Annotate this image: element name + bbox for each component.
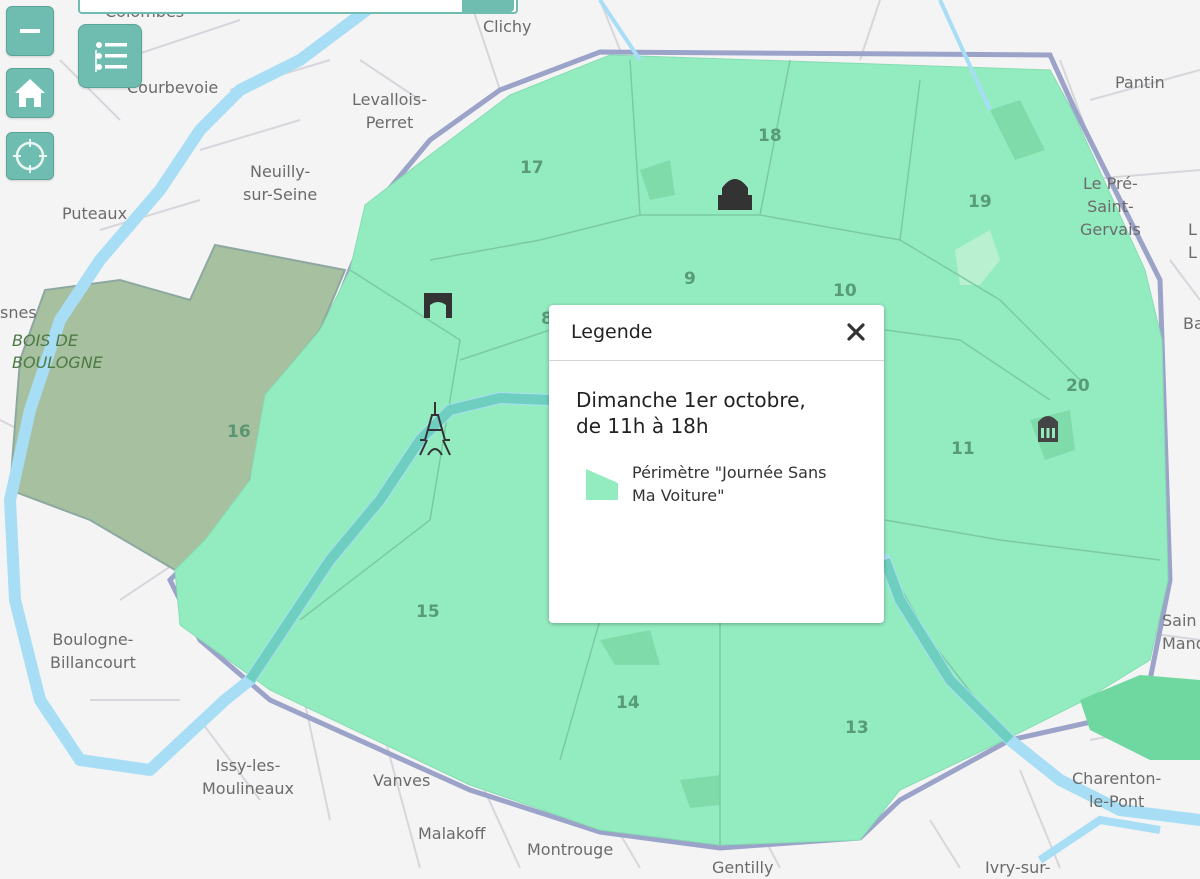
place-l: L L [1188,220,1197,262]
place-saint-mande: Sain Mand [1162,611,1200,653]
arrondissement-11: 11 [951,439,975,459]
place-vanves: Vanves [373,771,431,790]
place-snes: snes [0,303,37,322]
place-le-pre-saint-gervais: Le Pré- Saint- Gervais [1080,174,1141,239]
arrondissement-20: 20 [1066,376,1090,396]
zoom-out-button[interactable] [6,6,54,56]
place-bois-de-boulogne: BOIS DE BOULOGNE [12,331,103,372]
legend-swatch [586,469,618,500]
place-issy: Issy-les- Moulineaux [202,756,295,798]
legend-popup: Legende Dimanche 1er octobre, de 11h à 1… [549,305,884,623]
search-button[interactable] [462,0,514,12]
layer-list-button[interactable] [78,24,142,88]
arrondissement-13: 13 [845,718,869,738]
place-levallois: Levallois- Perret [352,90,427,132]
event-date: Dimanche 1er octobre, de 11h à 18h [576,387,806,439]
place-charenton: Charenton- le-Pont [1072,769,1162,811]
search-input[interactable] [78,0,518,14]
close-icon [847,323,865,341]
legend-label: Périmètre "Journée Sans Ma Voiture" [632,463,827,505]
place-boulogne: Boulogne- Billancourt [50,630,136,672]
locate-button[interactable] [6,132,54,180]
arrondissement-19: 19 [968,192,992,212]
arrondissement-18: 18 [758,126,782,146]
arrondissement-9: 9 [684,269,696,289]
place-neuilly: Neuilly- sur-Seine [243,162,318,204]
close-button[interactable] [846,322,866,342]
home-button[interactable] [6,68,54,118]
place-clichy: Clichy [483,17,532,36]
event-date-line-1: Dimanche 1er octobre, [576,388,806,412]
place-montrouge: Montrouge [527,840,614,859]
locate-icon [13,139,47,173]
pere-lachaise-icon [1038,416,1058,442]
arrondissement-17: 17 [520,158,544,178]
place-malakoff: Malakoff [418,824,486,843]
minus-icon [20,29,40,33]
arrondissement-16: 16 [227,422,251,442]
legend-popup-header: Legende [549,305,884,361]
place-ba: Ba [1183,314,1200,333]
arrondissement-15: 15 [416,602,440,622]
place-pantin: Pantin [1115,73,1165,92]
event-date-line-2: de 11h à 18h [576,414,709,438]
arrondissement-14: 14 [616,693,640,713]
home-icon [15,79,45,107]
layer-list-icon [95,42,127,72]
legend-popup-title: Legende [571,321,653,343]
arrondissement-10: 10 [833,281,857,301]
place-puteaux: Puteaux [62,204,128,223]
